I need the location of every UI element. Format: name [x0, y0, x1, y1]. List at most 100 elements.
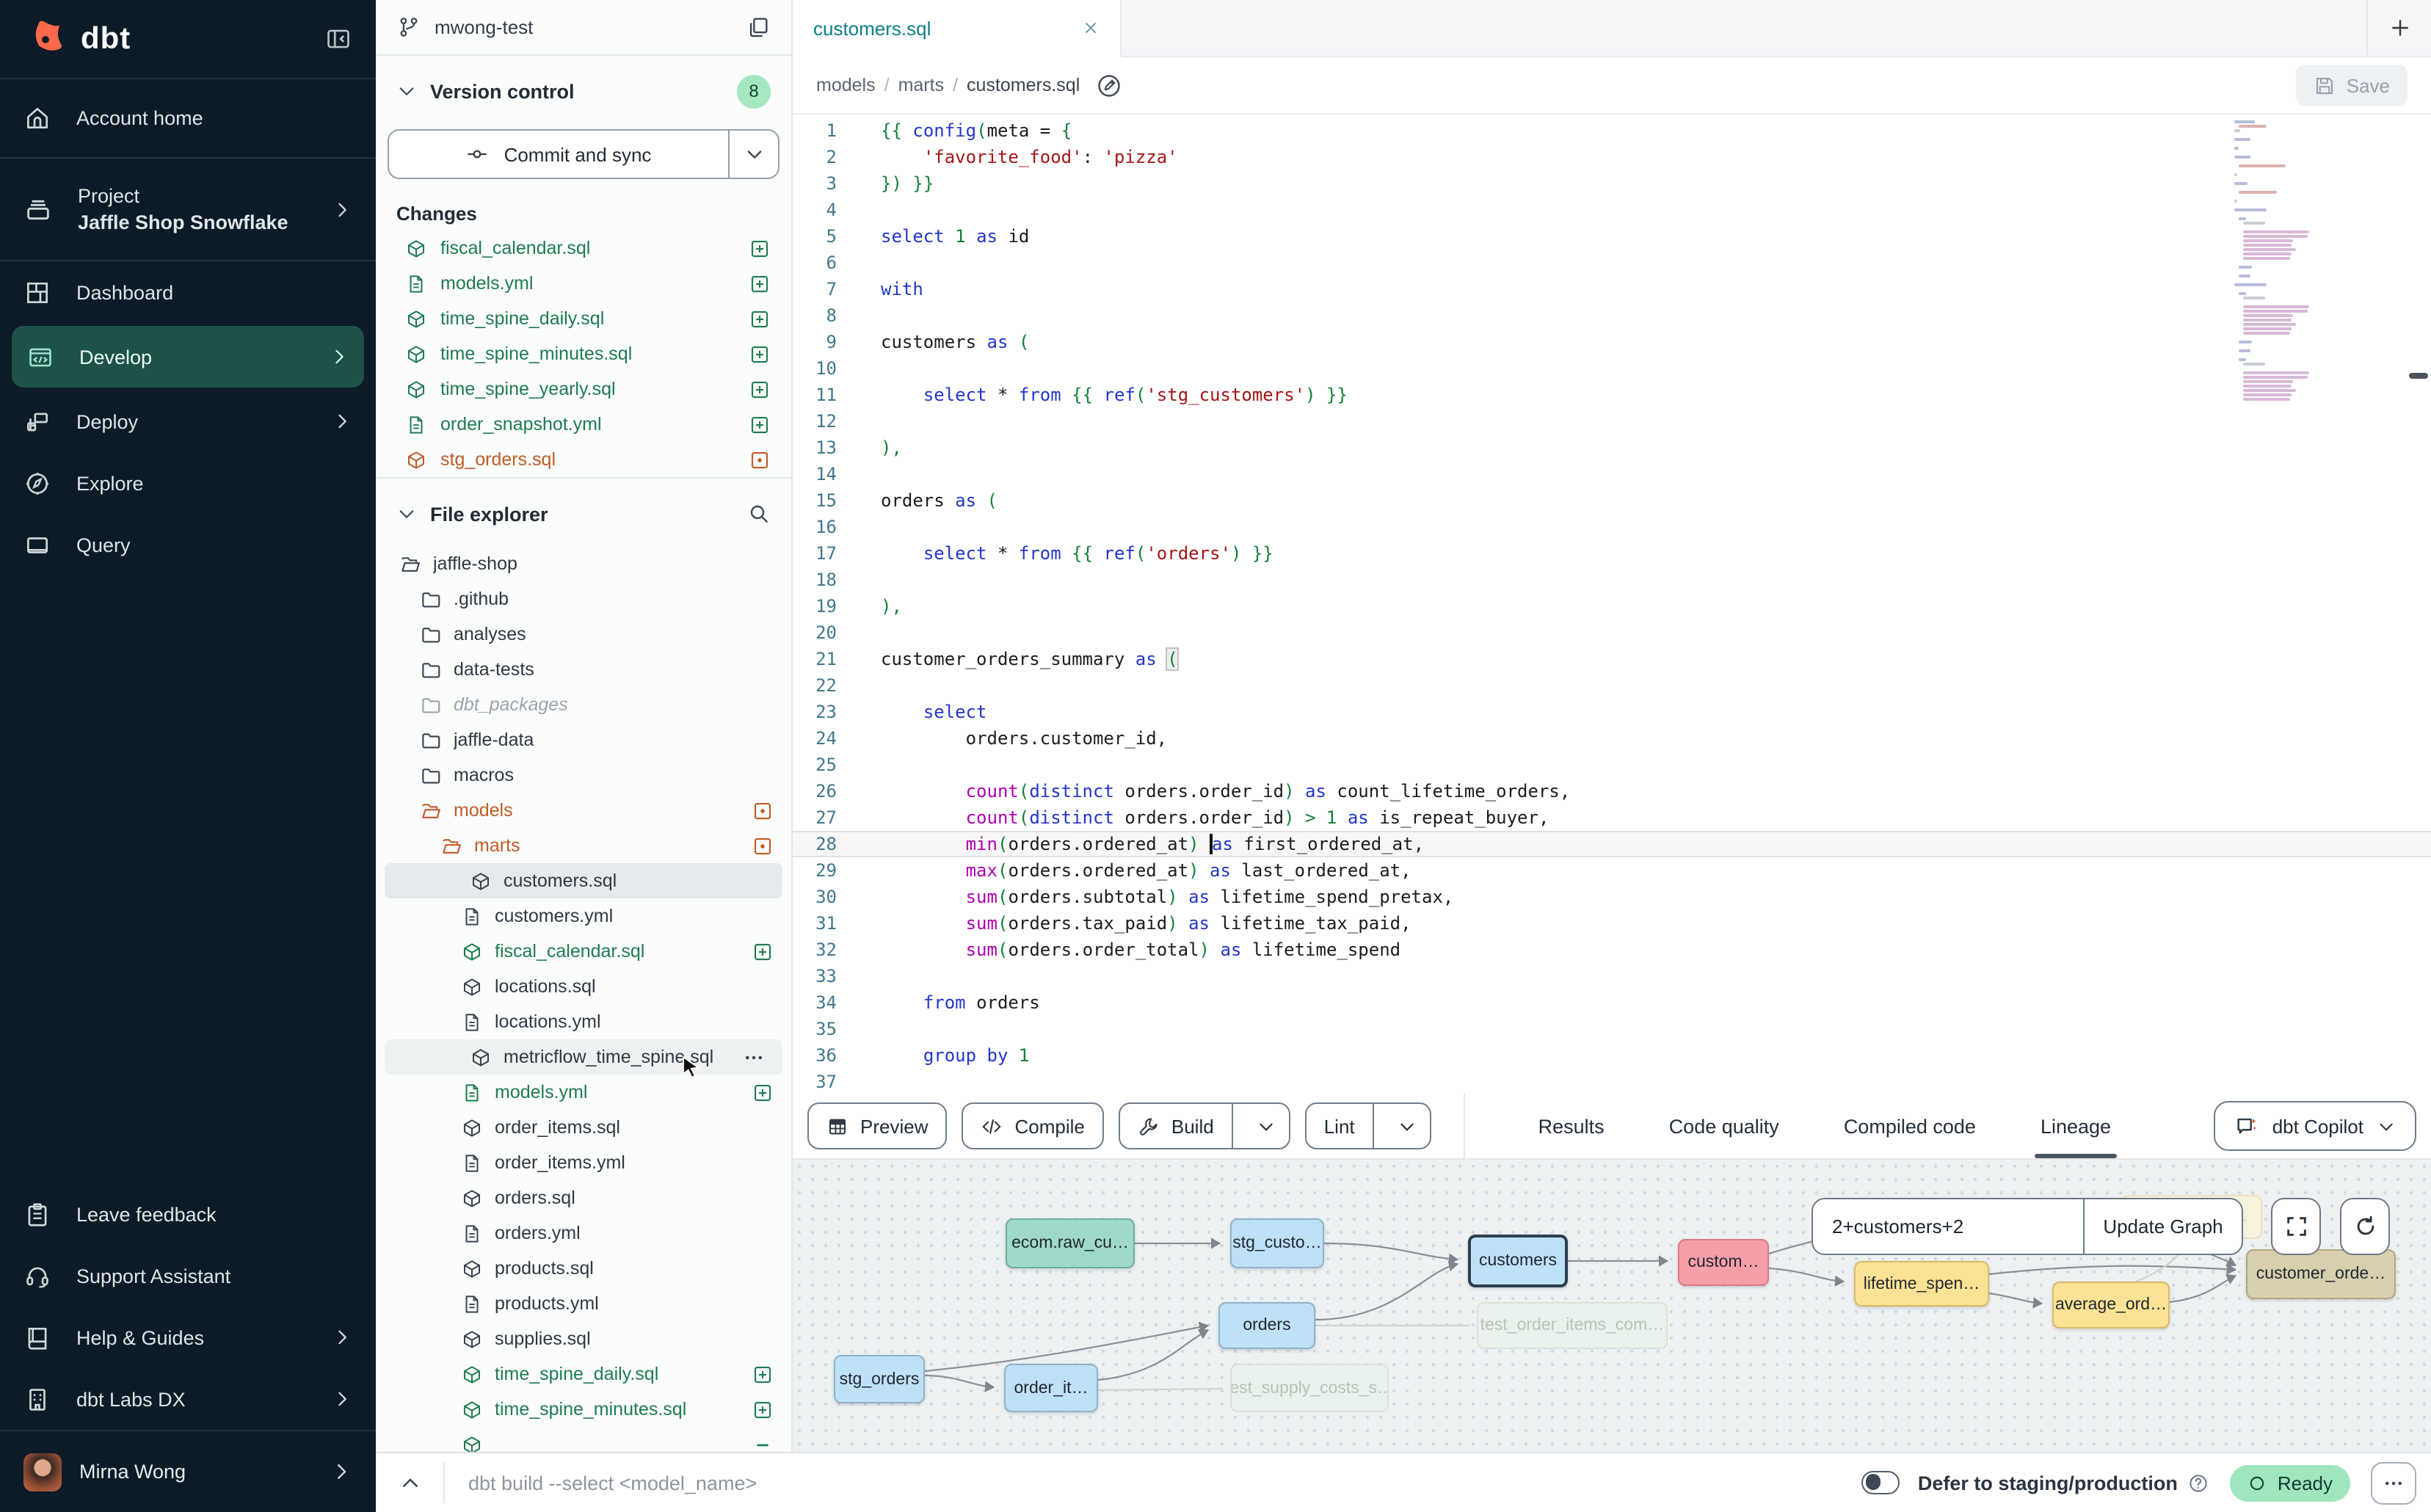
tree-item-customers.yml[interactable]: customers.yml	[376, 898, 791, 934]
tree-item-jaffle-data[interactable]: jaffle-data	[376, 722, 791, 757]
code-line-23[interactable]: 23 select	[793, 699, 2431, 725]
code-line-13[interactable]: 13),	[793, 435, 2431, 461]
lineage-node-custom[interactable]: custom…	[1678, 1239, 1769, 1286]
code-line-31[interactable]: 31 sum(orders.tax_paid) as lifetime_tax_…	[793, 910, 2431, 937]
lineage-node-stg_orders[interactable]: stg_orders	[834, 1355, 925, 1403]
tree-item-order_items.yml[interactable]: order_items.yml	[376, 1145, 791, 1180]
code-line-19[interactable]: 19),	[793, 593, 2431, 619]
changed-file-models.yml[interactable]: models.yml	[376, 266, 791, 301]
fullscreen-button[interactable]	[2271, 1198, 2321, 1255]
code-line-22[interactable]: 22	[793, 672, 2431, 699]
stage-plus-badge[interactable]	[749, 308, 771, 330]
breadcrumb-segment[interactable]: marts	[898, 75, 945, 95]
commit-dropdown[interactable]	[730, 131, 778, 178]
code-line-9[interactable]: 9customers as (	[793, 329, 2431, 355]
changed-file-order_snapshot.yml[interactable]: order_snapshot.yml	[376, 407, 791, 442]
build-dropdown[interactable]	[1245, 1104, 1289, 1148]
code-line-35[interactable]: 35	[793, 1016, 2431, 1042]
code-line-14[interactable]: 14	[793, 461, 2431, 487]
code-line-16[interactable]: 16	[793, 514, 2431, 540]
code-line-15[interactable]: 15orders as (	[793, 487, 2431, 514]
tree-item-.github[interactable]: .github	[376, 581, 791, 617]
lineage-node-orders[interactable]: orders	[1218, 1302, 1315, 1349]
lineage-node-test_supply_costs_s[interactable]: test_supply_costs_s…	[1230, 1364, 1389, 1412]
dot-badge[interactable]	[752, 799, 774, 821]
code-line-3[interactable]: 3}) }}	[793, 170, 2431, 197]
tab-lineage[interactable]: Lineage	[2008, 1094, 2143, 1158]
search-icon[interactable]	[747, 502, 771, 526]
tree-item-order_items.sql[interactable]: order_items.sql	[376, 1110, 791, 1145]
sidebar-item-query[interactable]: Query	[0, 514, 376, 575]
tab-customers-sql[interactable]: customers.sql	[793, 0, 1122, 57]
code-editor[interactable]: 1{{ config(meta = {2 'favorite_food': 'p…	[793, 115, 2431, 1094]
plus-badge[interactable]	[752, 940, 774, 962]
sidebar-item-help-guides[interactable]: Help & Guides	[0, 1306, 376, 1368]
lineage-search-input[interactable]: 2+customers+2	[1813, 1199, 2085, 1254]
code-line-29[interactable]: 29 max(orders.ordered_at) as last_ordere…	[793, 857, 2431, 884]
tree-item-orders.sql[interactable]: orders.sql	[376, 1180, 791, 1215]
collapse-command-bar[interactable]	[376, 1472, 443, 1494]
code-line-30[interactable]: 30 sum(orders.subtotal) as lifetime_spen…	[793, 884, 2431, 910]
tree-item-dbt_packages[interactable]: dbt_packages	[376, 687, 791, 722]
code-line-33[interactable]: 33	[793, 963, 2431, 989]
code-line-17[interactable]: 17 select * from {{ ref('orders') }}	[793, 540, 2431, 567]
sidebar-item-leave-feedback[interactable]: Leave feedback	[0, 1183, 376, 1245]
tree-item-time_spine_minutes.sql[interactable]: time_spine_minutes.sql	[376, 1392, 791, 1427]
breadcrumb-segment[interactable]: customers.sql	[967, 75, 1080, 95]
changed-file-fiscal_calendar.sql[interactable]: fiscal_calendar.sql	[376, 230, 791, 266]
breadcrumb-segment[interactable]: models	[816, 75, 876, 95]
sidebar-user[interactable]: Mirna Wong	[0, 1430, 376, 1512]
code-line-34[interactable]: 34 from orders	[793, 989, 2431, 1016]
tree-item-analyses[interactable]: analyses	[376, 617, 791, 652]
sidebar-item-project[interactable]: ProjectJaffle Shop Snowflake	[0, 159, 376, 261]
sidebar-collapse-icon[interactable]	[324, 25, 352, 53]
lint-button[interactable]: Lint	[1305, 1102, 1431, 1149]
lineage-node-order_it[interactable]: order_it…	[1004, 1364, 1098, 1412]
changed-file-time_spine_yearly.sql[interactable]: time_spine_yearly.sql	[376, 371, 791, 407]
row-menu-icon[interactable]	[743, 1046, 765, 1068]
stage-plus-badge[interactable]	[749, 272, 771, 294]
tree-item-locations.sql[interactable]: locations.sql	[376, 969, 791, 1004]
code-line-1[interactable]: 1{{ config(meta = {	[793, 117, 2431, 144]
lineage-node-test_order_items_com[interactable]: test_order_items_com…	[1477, 1302, 1668, 1349]
version-control-header[interactable]: Version control 8	[376, 65, 791, 117]
stage-plus-badge[interactable]	[749, 237, 771, 259]
tab-compiled-code[interactable]: Compiled code	[1812, 1094, 2008, 1158]
tree-item-supplies.sql[interactable]: supplies.sql	[376, 1321, 791, 1356]
plus-badge[interactable]	[752, 1081, 774, 1103]
plus-badge[interactable]	[752, 1398, 774, 1420]
file-explorer-header[interactable]: File explorer	[376, 487, 791, 540]
changed-file-stg_orders.sql[interactable]: stg_orders.sql	[376, 442, 791, 477]
tab-results[interactable]: Results	[1506, 1094, 1637, 1158]
help-icon[interactable]	[2188, 1472, 2210, 1494]
refresh-button[interactable]	[2340, 1198, 2390, 1255]
update-graph-button[interactable]: Update Graph	[2085, 1199, 2242, 1254]
changed-file-time_spine_minutes.sql[interactable]: time_spine_minutes.sql	[376, 336, 791, 371]
tree-item-macros[interactable]: macros	[376, 757, 791, 793]
tree-item-models.yml[interactable]: models.yml	[376, 1075, 791, 1110]
code-line-28[interactable]: 28 min(orders.ordered_at) as first_order…	[793, 831, 2431, 857]
status-badge[interactable]: Ready	[2231, 1464, 2350, 1501]
code-line-2[interactable]: 2 'favorite_food': 'pizza'	[793, 144, 2431, 170]
defer-toggle[interactable]	[1862, 1471, 1900, 1494]
plus-badge[interactable]	[752, 1363, 774, 1385]
copy-icon[interactable]	[746, 15, 771, 40]
tree-item-time_spine_daily.sql[interactable]: time_spine_daily.sql	[376, 1356, 791, 1392]
code-line-25[interactable]: 25	[793, 752, 2431, 778]
lineage-node-stg_custo[interactable]: stg_custo…	[1230, 1218, 1324, 1268]
close-icon[interactable]	[1082, 19, 1100, 37]
changed-file-time_spine_daily.sql[interactable]: time_spine_daily.sql	[376, 301, 791, 336]
code-line-6[interactable]: 6	[793, 250, 2431, 276]
preview-button[interactable]: Preview	[807, 1102, 948, 1149]
sidebar-item-explore[interactable]: Explore	[0, 452, 376, 514]
code-line-4[interactable]: 4	[793, 197, 2431, 223]
build-button[interactable]: Build	[1119, 1102, 1290, 1149]
dbt-copilot-button[interactable]: dbt Copilot	[2214, 1101, 2416, 1151]
copilot-context-icon[interactable]	[1094, 71, 1122, 99]
new-tab-button[interactable]	[2366, 0, 2431, 56]
code-line-21[interactable]: 21customer_orders_summary as (	[793, 646, 2431, 672]
tree-item-customers.sql[interactable]: customers.sql	[385, 863, 782, 898]
lineage-node-average_ord[interactable]: average_ord…	[2052, 1282, 2170, 1329]
sidebar-item-deploy[interactable]: Deploy	[0, 390, 376, 452]
code-line-5[interactable]: 5select 1 as id	[793, 223, 2431, 250]
